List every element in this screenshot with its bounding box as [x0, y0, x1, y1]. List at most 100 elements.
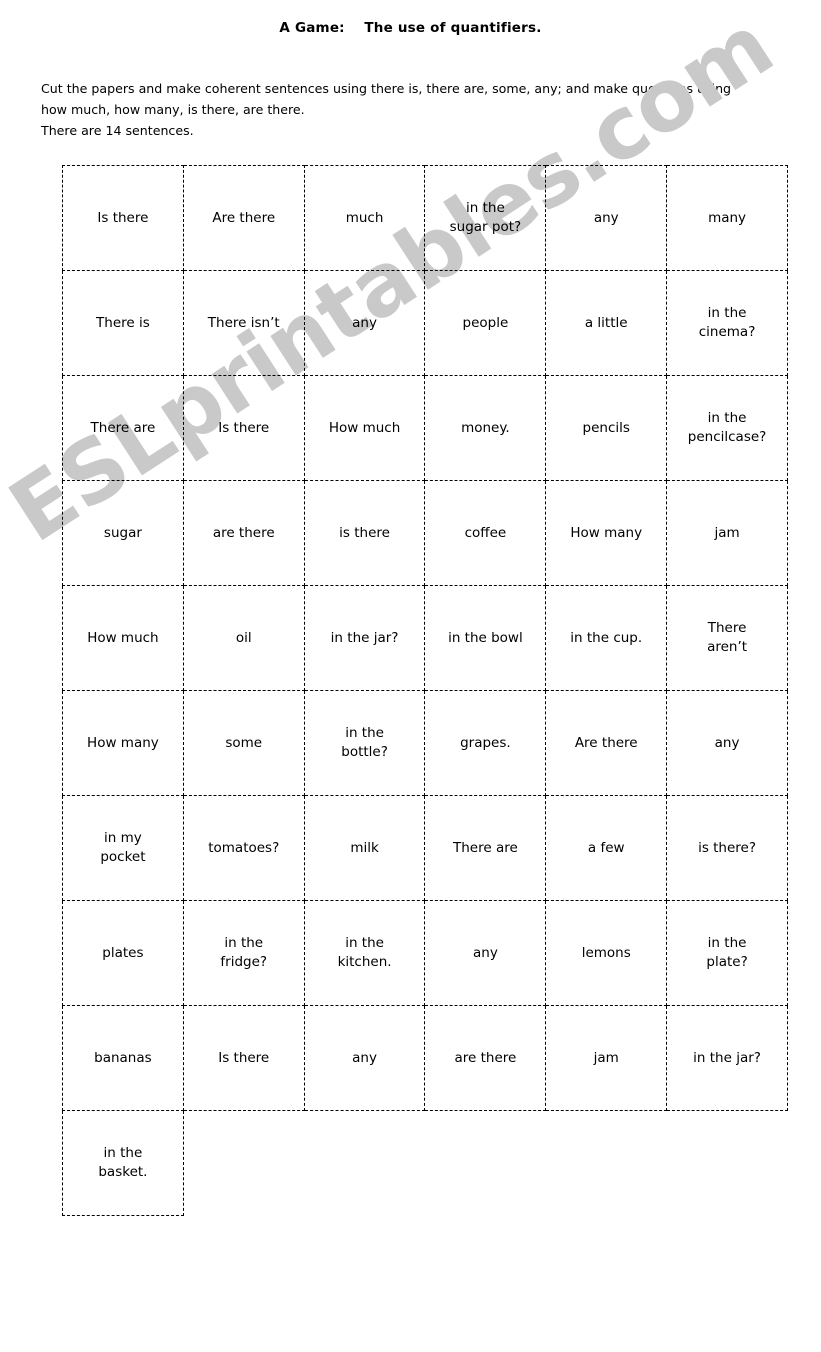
card-cell[interactable]: oil [182, 585, 305, 691]
instruction-line-3: There are 14 sentences. [41, 123, 194, 138]
card-cell[interactable]: in the bowl [424, 585, 547, 691]
card-text: bananas [94, 1049, 152, 1066]
card-cell[interactable]: Is there [62, 165, 184, 271]
card-text: jam [714, 524, 740, 541]
table-row: There is There isn’t any people a little in t… [62, 270, 788, 376]
table-row: There are Is there How much money. pencils in… [62, 375, 788, 481]
card-text: any [472, 944, 498, 961]
card-cell[interactable]: a few [545, 795, 668, 901]
card-text: in the basket. [98, 1145, 148, 1180]
card-text: jam [593, 1049, 619, 1066]
card-text: in the plate? [706, 935, 748, 970]
page-title: A Game: The use of quantifiers. [279, 20, 542, 36]
table-row: in my pocket tomatoes? milk There are a few i… [62, 795, 788, 901]
card-cell-empty [425, 1111, 546, 1216]
card-cell[interactable]: in the plate? [666, 900, 788, 1006]
card-cell[interactable]: are there [182, 480, 305, 586]
card-cell[interactable]: grapes. [424, 690, 547, 796]
card-cell[interactable]: some [182, 690, 305, 796]
card-text: sugar [103, 524, 142, 541]
card-text: pencils [582, 419, 630, 436]
card-cell[interactable]: Is there [182, 375, 305, 481]
card-text: There are [453, 839, 518, 856]
card-cell[interactable]: Are there [182, 165, 305, 271]
card-text: in the sugar pot? [449, 200, 522, 235]
card-text: Is there [218, 419, 270, 436]
card-cell[interactable]: How many [62, 690, 184, 796]
card-cell[interactable]: in the sugar pot? [424, 165, 547, 271]
card-cell[interactable]: milk [303, 795, 426, 901]
card-text: any [593, 209, 619, 226]
card-text: a few [587, 839, 625, 856]
table-row: in the basket. [62, 1110, 788, 1216]
card-cell[interactable]: in the kitchen. [303, 900, 426, 1006]
card-cell[interactable]: any [303, 1005, 426, 1111]
card-text: any [352, 314, 377, 331]
quantifier-cards-table: Is there Are there much in the sugar pot? an… [62, 165, 788, 1216]
card-cell[interactable]: How many [545, 480, 668, 586]
card-cell[interactable]: coffee [424, 480, 547, 586]
card-cell[interactable]: in the pencilcase? [666, 375, 788, 481]
card-cell[interactable]: in the cinema? [666, 270, 788, 376]
card-cell-empty [667, 1111, 788, 1216]
card-text: Is there [97, 209, 149, 226]
card-cell[interactable]: Is there [182, 1005, 305, 1111]
table-row: Is there Are there much in the sugar pot? an… [62, 165, 788, 271]
card-text: There aren’t [707, 620, 748, 655]
table-row: How many some in the bottle? grapes. Are the… [62, 690, 788, 796]
card-text: a little [584, 314, 628, 331]
card-cell[interactable]: any [303, 270, 426, 376]
card-cell[interactable]: jam [545, 1005, 668, 1111]
card-cell[interactable]: Are there [545, 690, 668, 796]
card-cell[interactable]: bananas [62, 1005, 184, 1111]
table-body: Is there Are there much in the sugar pot? an… [62, 165, 788, 1216]
card-cell[interactable]: any [545, 165, 668, 271]
card-text: in the bottle? [341, 725, 388, 760]
card-cell[interactable]: in the bottle? [303, 690, 426, 796]
card-cell[interactable]: money. [424, 375, 547, 481]
card-cell-empty [183, 1111, 304, 1216]
card-cell[interactable]: much [303, 165, 426, 271]
card-cell[interactable]: sugar [62, 480, 184, 586]
card-cell[interactable]: There are [424, 795, 547, 901]
card-cell[interactable]: There are [62, 375, 184, 481]
card-cell[interactable]: any [666, 690, 788, 796]
card-cell[interactable]: in the fridge? [182, 900, 305, 1006]
card-text: is there [339, 524, 390, 541]
card-cell[interactable]: in my pocket [62, 795, 184, 901]
card-text: Is there [218, 1049, 270, 1066]
card-cell[interactable]: pencils [545, 375, 668, 481]
card-cell[interactable]: in the cup. [545, 585, 668, 691]
card-cell[interactable]: in the jar? [666, 1005, 788, 1111]
card-cell[interactable]: lemons [545, 900, 668, 1006]
card-cell[interactable]: is there [303, 480, 426, 586]
card-text: some [225, 734, 263, 751]
card-cell[interactable]: There is [62, 270, 184, 376]
card-cell[interactable]: tomatoes? [182, 795, 305, 901]
card-cell[interactable]: are there [424, 1005, 547, 1111]
card-text: plates [102, 944, 144, 961]
card-text: How much [87, 629, 159, 646]
card-cell[interactable]: in the jar? [303, 585, 426, 691]
card-text: in the kitchen. [337, 935, 392, 970]
card-cell[interactable]: jam [666, 480, 788, 586]
card-text: money. [461, 419, 510, 436]
table-row: sugar are there is there coffee How many jam [62, 480, 788, 586]
card-cell[interactable]: in the basket. [62, 1110, 184, 1216]
card-cell[interactable]: How much [303, 375, 426, 481]
card-cell[interactable]: people [424, 270, 547, 376]
card-cell[interactable]: There aren’t [666, 585, 788, 691]
card-cell[interactable]: There isn’t [182, 270, 305, 376]
card-text: people [462, 314, 509, 331]
card-cell[interactable]: How much [62, 585, 184, 691]
card-cell[interactable]: any [424, 900, 547, 1006]
card-text: How much [328, 419, 401, 436]
card-cell[interactable]: plates [62, 900, 184, 1006]
card-text: is there? [698, 839, 757, 856]
card-cell[interactable]: a little [545, 270, 668, 376]
card-cell[interactable]: many [666, 165, 788, 271]
card-text: any [714, 734, 740, 751]
card-text: tomatoes? [208, 839, 280, 856]
card-cell[interactable]: is there? [666, 795, 788, 901]
card-text: milk [350, 839, 379, 856]
